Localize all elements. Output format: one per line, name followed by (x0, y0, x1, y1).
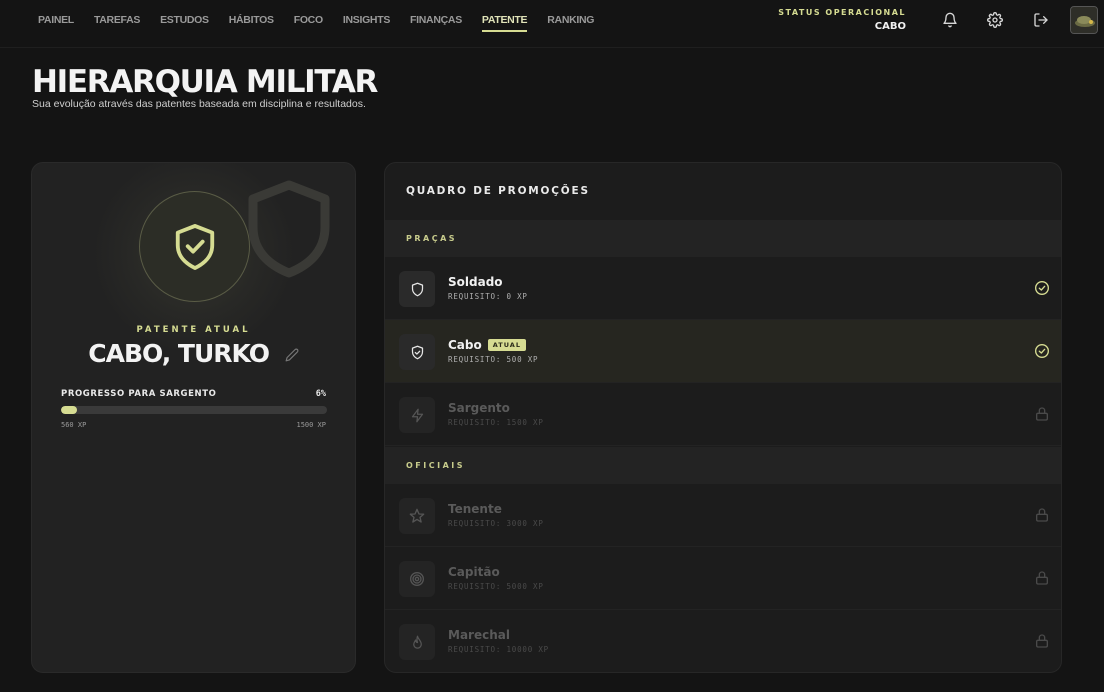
lock-icon (1036, 634, 1048, 648)
target-icon (410, 572, 424, 586)
nav-estudos[interactable]: ESTUDOS (160, 2, 209, 38)
rank-name: Sargento (448, 401, 510, 415)
nav-patente[interactable]: PATENTE (481, 2, 528, 38)
rank-row-capitao[interactable]: Capitão REQUISITO: 5000 XP (385, 547, 1061, 610)
rank-requirement: REQUISITO: 5000 XP (448, 582, 544, 591)
logout-icon (1034, 13, 1048, 27)
notifications-button[interactable] (940, 10, 960, 30)
page-title: HIERARQUIA MILITAR (32, 64, 378, 100)
progress-percent: 6% (315, 389, 326, 399)
page-subtitle: Sua evolução através das patentes basead… (32, 98, 366, 110)
current-rank-label: PATENTE ATUAL (136, 325, 251, 335)
rank-name-row: Cabo ATUAL (448, 338, 526, 352)
current-rank-name: CABO, TURKO (88, 339, 270, 368)
lock-icon (1036, 407, 1048, 421)
star-icon (409, 508, 425, 523)
rank-row-cabo[interactable]: Cabo ATUAL REQUISITO: 500 XP (385, 320, 1061, 383)
status-label: STATUS OPERACIONAL (778, 8, 906, 17)
rank-name: Capitão (448, 565, 500, 579)
check-circle-icon (1035, 281, 1049, 295)
top-navigation-bar: PAINEL TAREFAS ESTUDOS HÁBITOS FOCO INSI… (0, 0, 1104, 48)
rank-icon-box (399, 334, 435, 370)
rank-requirement: REQUISITO: 500 XP (448, 355, 539, 364)
rank-row-soldado[interactable]: Soldado REQUISITO: 0 XP (385, 257, 1061, 320)
settings-button[interactable] (985, 10, 1005, 30)
current-rank-card: PATENTE ATUAL CABO, TURKO PROGRESSO PARA… (31, 162, 356, 673)
nav-ranking[interactable]: RANKING (547, 2, 594, 38)
progress-bar (61, 406, 327, 414)
rank-row-tenente[interactable]: Tenente REQUISITO: 3000 XP (385, 484, 1061, 547)
rank-name: Marechal (448, 628, 510, 642)
nav-financas[interactable]: FINANÇAS (410, 2, 462, 38)
edit-pencil-icon[interactable] (285, 348, 299, 362)
rank-icon-box (399, 561, 435, 597)
background-shield-icon (248, 180, 330, 278)
rank-row-marechal[interactable]: Marechal REQUISITO: 10000 XP (385, 610, 1061, 672)
lightning-icon (411, 408, 423, 422)
rank-name: Cabo (448, 338, 482, 352)
current-badge: ATUAL (487, 339, 526, 351)
nav-tarefas[interactable]: TAREFAS (94, 2, 140, 38)
avatar-image (1071, 7, 1097, 33)
progress-bar-fill (61, 406, 77, 414)
rank-emblem (139, 191, 250, 302)
promotions-board: QUADRO DE PROMOÇÕES PRAÇAS Soldado REQUI… (384, 162, 1062, 673)
section-header-oficiais: OFICIAIS (385, 447, 1061, 484)
current-rank-name-row: CABO, TURKO (32, 339, 355, 368)
main-nav: PAINEL TAREFAS ESTUDOS HÁBITOS FOCO INSI… (38, 0, 614, 40)
section-header-pracas: PRAÇAS (385, 220, 1061, 257)
rank-requirement: REQUISITO: 1500 XP (448, 418, 544, 427)
rank-icon-box (399, 397, 435, 433)
lock-icon (1036, 508, 1048, 522)
operational-status: STATUS OPERACIONAL CABO (778, 8, 906, 32)
status-value: CABO (874, 21, 906, 32)
nav-painel[interactable]: PAINEL (38, 2, 74, 38)
shield-check-icon (411, 345, 423, 359)
lock-icon (1036, 571, 1048, 585)
avatar[interactable] (1070, 6, 1098, 34)
logout-button[interactable] (1031, 10, 1051, 30)
nav-foco[interactable]: FOCO (294, 2, 323, 38)
nav-habitos[interactable]: HÁBITOS (229, 2, 274, 38)
flame-icon (412, 635, 422, 649)
rank-requirement: REQUISITO: 3000 XP (448, 519, 544, 528)
rank-name: Soldado (448, 275, 503, 289)
rank-requirement: REQUISITO: 0 XP (448, 292, 528, 301)
progress-xp-min: 560 XP (61, 421, 87, 429)
progress-label: PROGRESSO PARA SARGENTO (61, 389, 217, 399)
rank-icon-box (399, 271, 435, 307)
rank-requirement: REQUISITO: 10000 XP (448, 645, 549, 654)
shield-check-icon (175, 223, 214, 270)
check-circle-icon (1035, 344, 1049, 358)
rank-row-sargento[interactable]: Sargento REQUISITO: 1500 XP (385, 383, 1061, 446)
gear-icon (987, 12, 1003, 28)
board-title: QUADRO DE PROMOÇÕES (406, 185, 590, 197)
rank-icon-box (399, 498, 435, 534)
bell-icon (943, 12, 957, 28)
nav-insights[interactable]: INSIGHTS (343, 2, 391, 38)
rank-icon-box (399, 624, 435, 660)
rank-name: Tenente (448, 502, 502, 516)
shield-icon (411, 282, 423, 296)
progress-xp-max: 1500 XP (296, 421, 326, 429)
